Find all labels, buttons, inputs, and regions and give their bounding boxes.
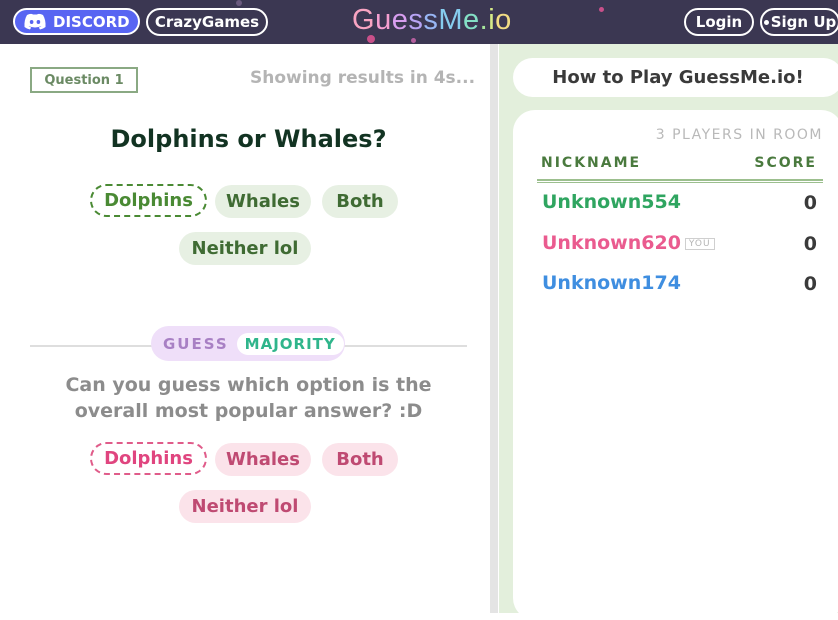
players-card: 3 PLAYERS IN ROOM NICKNAME SCORE Unknown… — [513, 110, 838, 620]
logo-letter: G — [352, 4, 376, 36]
player-name-wrap: Unknown620 YOU — [542, 232, 715, 254]
crazygames-label: CrazyGames — [154, 13, 260, 31]
column-header-nickname: NICKNAME — [541, 155, 642, 171]
player-row: Unknown620 YOU 0 — [542, 232, 817, 258]
guess-mode-badge: GUESS MAJORITY — [151, 326, 345, 361]
login-button[interactable]: Login — [684, 8, 754, 36]
logo-letter: s — [408, 4, 424, 36]
players-sidebar: How to Play GuessMe.io! 3 PLAYERS IN ROO… — [499, 44, 838, 620]
guess-mode-tag: MAJORITY — [236, 332, 344, 355]
answer-option-neither[interactable]: Neither lol — [179, 232, 311, 265]
player-name: Unknown174 — [542, 272, 681, 294]
question-title: Dolphins or Whales? — [110, 125, 387, 153]
guess-option-both[interactable]: Both — [322, 443, 398, 476]
signup-label: Sign Up — [770, 13, 837, 31]
logo-letter: e — [391, 4, 409, 36]
login-label: Login — [695, 13, 743, 31]
players-table-header: NICKNAME SCORE — [541, 155, 817, 179]
guess-option-neither[interactable]: Neither lol — [179, 490, 311, 523]
answer-option-both[interactable]: Both — [322, 185, 398, 218]
decor-dot — [411, 38, 416, 43]
decor-dot — [236, 0, 242, 6]
player-score: 0 — [803, 192, 817, 214]
crazygames-button[interactable]: CrazyGames — [146, 8, 268, 36]
signup-button[interactable]: Sign Up — [760, 8, 838, 36]
logo-letter: M — [438, 4, 464, 36]
player-row: Unknown174 0 — [542, 272, 817, 298]
logo-letter: . — [479, 4, 489, 36]
how-to-play-button[interactable]: How to Play GuessMe.io! — [513, 58, 838, 97]
question-number-label: Question 1 — [30, 67, 138, 93]
discord-button[interactable]: DISCORD — [13, 8, 140, 35]
you-badge: YOU — [684, 238, 715, 250]
player-score: 0 — [803, 273, 817, 295]
logo-letter: u — [375, 4, 392, 36]
logo-letter: e — [463, 4, 480, 36]
results-timer: Showing results in 4s... — [250, 68, 476, 88]
answer-option-whales[interactable]: Whales — [215, 185, 311, 218]
players-in-room-count: 3 PLAYERS IN ROOM — [655, 127, 823, 143]
guess-option-dolphins[interactable]: Dolphins — [90, 442, 207, 475]
header-underline — [537, 179, 823, 183]
player-row: Unknown554 0 — [542, 191, 817, 217]
logo-letter: o — [495, 4, 512, 36]
logo-letter: s — [423, 4, 439, 36]
signup-dot-icon — [763, 19, 769, 25]
decor-dot — [599, 7, 604, 12]
guessme-logo[interactable]: GuessMe.io — [352, 4, 512, 37]
panel-separator — [490, 44, 498, 613]
answer-option-dolphins[interactable]: Dolphins — [90, 184, 207, 217]
guess-option-whales[interactable]: Whales — [215, 443, 311, 476]
player-name: Unknown620 — [542, 232, 681, 254]
discord-icon — [24, 13, 46, 30]
column-header-score: SCORE — [754, 155, 817, 171]
top-bar: DISCORD CrazyGames GuessMe.io Login Sign… — [0, 0, 838, 44]
player-score: 0 — [803, 233, 817, 255]
guess-mode-word: GUESS — [163, 334, 229, 353]
discord-label: DISCORD — [53, 12, 130, 31]
player-name: Unknown554 — [542, 191, 681, 213]
guess-prompt: Can you guess which option is the overal… — [65, 374, 432, 422]
logo-letter: i — [488, 4, 496, 36]
